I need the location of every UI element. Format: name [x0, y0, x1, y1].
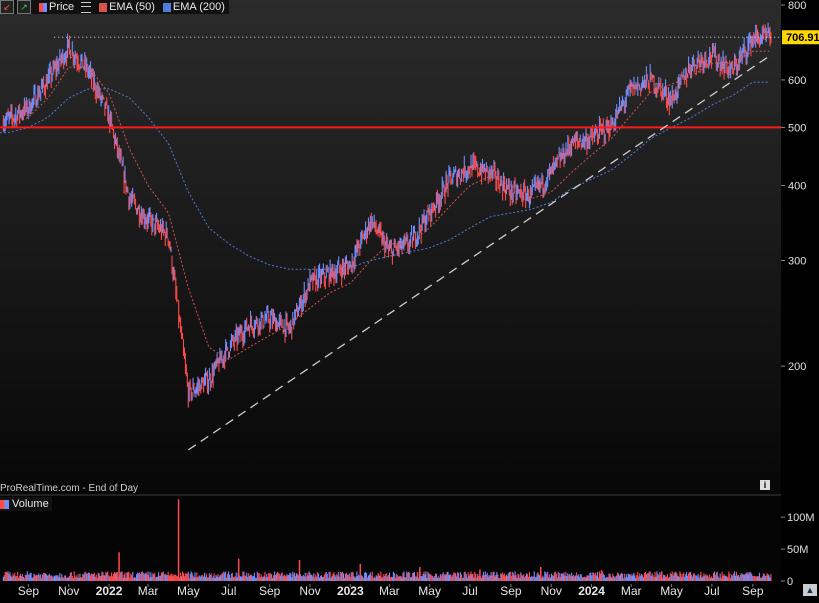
price-axis-label: 400	[788, 181, 806, 193]
price-legend: ↙ ↗ Price EMA (50) EMA (200)	[0, 0, 229, 14]
legend-ema50-label: EMA (50)	[109, 1, 155, 13]
price-axis-label: 600	[788, 75, 806, 87]
price-swatch-icon	[39, 2, 47, 12]
volume-swatch-icon	[0, 499, 9, 509]
price-axis-label: 500	[788, 122, 806, 134]
price-axis-label: 300	[788, 255, 806, 267]
volume-axis-label: 0	[787, 576, 793, 588]
last-price-value: 706.91	[786, 32, 819, 44]
expand-icon[interactable]: ↗	[17, 0, 31, 14]
price-axis-background	[781, 0, 819, 598]
volume-legend-label: Volume	[12, 498, 49, 510]
ema50-swatch-icon	[99, 2, 108, 12]
info-icon[interactable]: i	[760, 480, 770, 490]
legend-price[interactable]: Price	[39, 1, 74, 13]
collapse-icon[interactable]: ↙	[0, 0, 14, 14]
chart-window: 200 300 400 500 600 800 Sep Nov 2022 Mar May Jul Sep…	[0, 0, 819, 598]
indicator-list-icon[interactable]	[81, 1, 92, 13]
price-axis-label: 200	[788, 361, 806, 373]
legend-ema200-label: EMA (200)	[172, 1, 225, 13]
legend-ema200[interactable]: EMA (200)	[162, 1, 225, 13]
price-axis-label: 800	[788, 0, 806, 12]
volume-panel-background	[0, 496, 781, 584]
volume-legend[interactable]: Volume	[0, 497, 52, 511]
chart-canvas[interactable]: 200300400500600800Sep Nov 2022 Mar May Jul Sep…	[0, 0, 819, 598]
legend-ema50[interactable]: EMA (50)	[99, 1, 155, 13]
ema200-swatch-icon	[162, 2, 171, 12]
scroll-top-icon[interactable]: ▲	[803, 584, 817, 596]
volume-axis-label: 50M	[787, 544, 808, 556]
legend-price-label: Price	[49, 1, 75, 13]
watermark: ProRealTime.com - End of Day	[0, 483, 139, 494]
volume-axis-label: 100M	[787, 512, 815, 524]
